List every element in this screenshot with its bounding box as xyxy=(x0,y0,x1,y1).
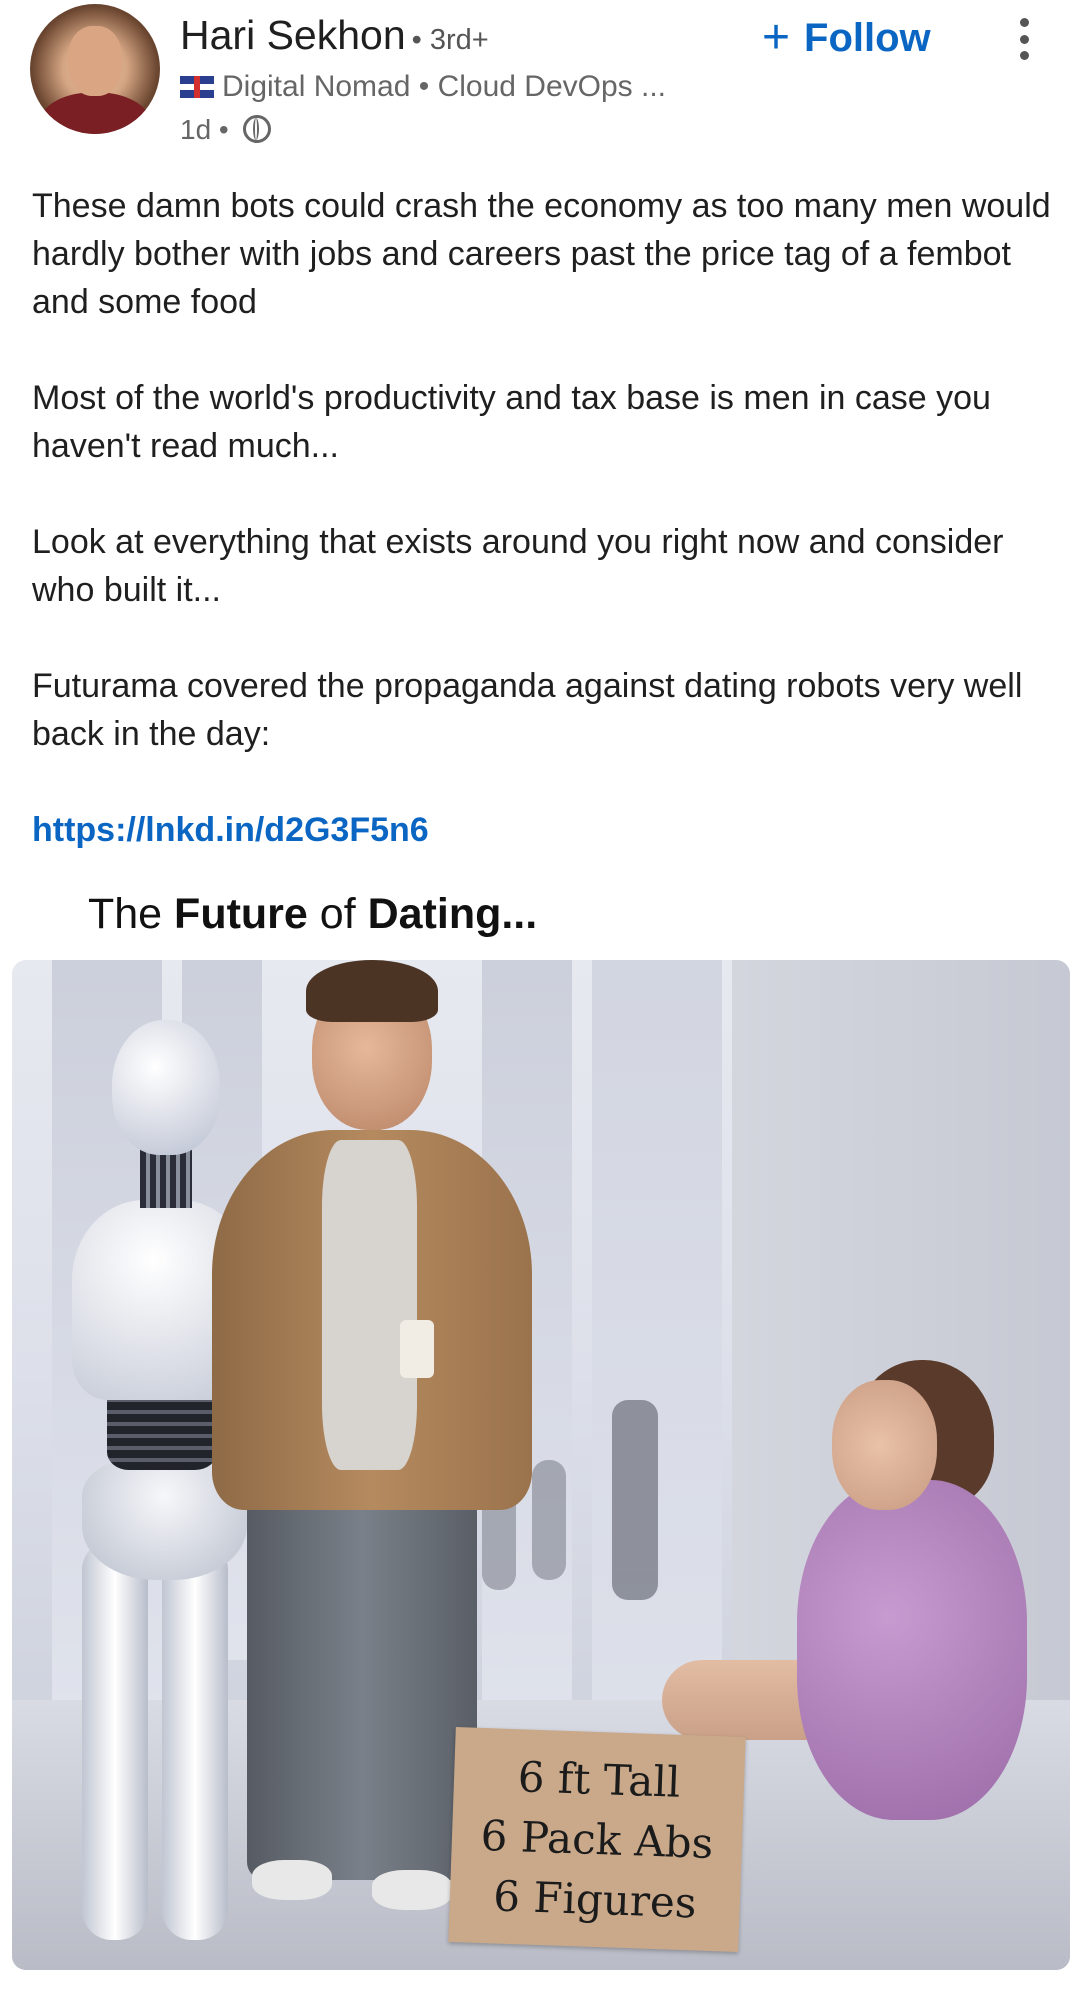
author-headline-text: Digital Nomad • Cloud DevOps ... xyxy=(222,70,667,103)
meme-title-middle: of xyxy=(307,890,368,938)
post-link[interactable]: https://lnkd.in/d2G3F5n6 xyxy=(32,806,1052,854)
man-shoe xyxy=(372,1870,452,1910)
coffee-cup xyxy=(400,1320,434,1378)
meme-title-prefix: The xyxy=(88,890,175,938)
post-paragraph: Look at everything that exists around yo… xyxy=(32,523,1004,609)
robot-leg xyxy=(162,1540,228,1940)
sign-line: 6 Pack Abs xyxy=(479,1810,715,1868)
follow-label: Follow xyxy=(804,15,931,60)
follow-button[interactable]: + Follow xyxy=(762,10,931,66)
man-shirt xyxy=(322,1140,417,1470)
plus-icon: + xyxy=(762,11,791,64)
robot-leg xyxy=(82,1540,148,1940)
woman-jacket xyxy=(797,1480,1027,1820)
post-paragraph: These damn bots could crash the economy … xyxy=(32,187,1051,321)
cardboard-sign: 6 ft Tall 6 Pack Abs 6 Figures xyxy=(448,1727,746,1952)
background-person xyxy=(532,1460,566,1580)
author-avatar[interactable] xyxy=(30,4,160,134)
more-vertical-icon-dot xyxy=(1019,18,1029,27)
meme-title-bold: Future xyxy=(174,890,308,938)
more-vertical-icon-dot xyxy=(1019,34,1029,44)
post-meta: 1d • xyxy=(180,114,271,146)
post-body: These damn bots could crash the economy … xyxy=(32,182,1052,902)
background-person xyxy=(612,1400,658,1600)
post-time: 1d • xyxy=(180,114,229,145)
meme-title-bold2: Dating... xyxy=(367,890,538,938)
man-hair xyxy=(306,960,438,1022)
sign-line: 6 Figures xyxy=(492,1870,698,1927)
author-name[interactable]: Hari Sekhon xyxy=(180,12,406,58)
meme-title: The Future of Dating... xyxy=(88,890,537,939)
connection-degree: • 3rd+ xyxy=(411,24,489,56)
globe-icon xyxy=(242,115,271,143)
man-shoe xyxy=(252,1860,332,1900)
author-name-line: Hari Sekhon • 3rd+ xyxy=(180,12,489,59)
post-header: Hari Sekhon • 3rd+ Digital Nomad • Cloud … xyxy=(0,0,1079,160)
post-image[interactable]: 6 ft Tall 6 Pack Abs 6 Figures xyxy=(12,960,1070,1970)
post-paragraph: Futurama covered the propaganda against … xyxy=(32,667,1023,753)
more-vertical-icon-dot xyxy=(1019,51,1029,60)
post-paragraph: Most of the world's productivity and tax… xyxy=(32,379,991,465)
avatar-shirt xyxy=(40,92,150,134)
robot-neck xyxy=(140,1148,192,1208)
robot-head xyxy=(112,1020,220,1155)
avatar-face xyxy=(68,26,122,96)
author-headline: Digital Nomad • Cloud DevOps ... xyxy=(180,70,666,104)
sign-line: 6 ft Tall xyxy=(517,1751,682,1807)
woman-head xyxy=(832,1380,937,1510)
uk-flag-icon xyxy=(180,76,214,98)
more-options-button[interactable] xyxy=(1000,14,1048,64)
man-jeans xyxy=(247,1480,477,1880)
